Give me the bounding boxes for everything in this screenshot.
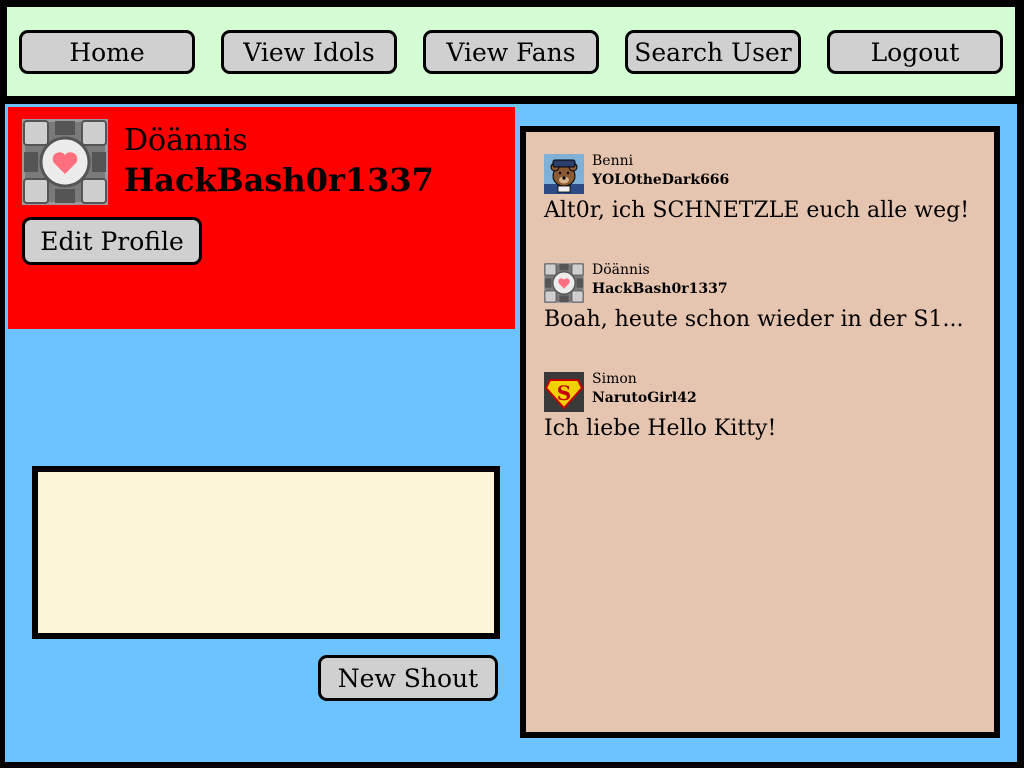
shout-text: Ich liebe Hello Kitty! xyxy=(544,416,777,441)
shout-author-handle: HackBash0r1337 xyxy=(592,281,728,297)
home-button[interactable]: Home xyxy=(19,30,195,74)
shout-author-handle: YOLOtheDark666 xyxy=(592,172,730,188)
search-user-button[interactable]: Search User xyxy=(625,30,801,74)
view-fans-button[interactable]: View Fans xyxy=(423,30,599,74)
edit-profile-button[interactable]: Edit Profile xyxy=(22,217,202,265)
logout-button[interactable]: Logout xyxy=(827,30,1003,74)
shout-feed: Benni YOLOtheDark666 Alt0r, ich SCHNETZL… xyxy=(520,126,1000,738)
top-nav-bar: Home View Idols View Fans Search User Lo… xyxy=(5,5,1017,98)
shout-author-name: Simon xyxy=(592,371,637,387)
main-area: Döännis HackBash0r1337 Edit Profile New … xyxy=(5,104,1017,762)
companion-cube-icon xyxy=(22,119,108,205)
view-idols-button[interactable]: View Idols xyxy=(221,30,397,74)
svg-text:S: S xyxy=(557,381,571,405)
shout-input[interactable] xyxy=(32,466,500,639)
new-shout-button[interactable]: New Shout xyxy=(318,655,498,701)
shout-text: Boah, heute schon wieder in der S1... xyxy=(544,307,964,332)
shout-author-handle: NarutoGirl42 xyxy=(592,390,697,406)
profile-display-name: Döännis xyxy=(124,123,248,158)
shout-author-name: Benni xyxy=(592,153,634,169)
profile-username: HackBash0r1337 xyxy=(124,161,434,199)
superman-logo-icon: S xyxy=(544,372,584,412)
shout-text: Alt0r, ich SCHNETZLE euch alle weg! xyxy=(544,198,970,223)
companion-cube-icon xyxy=(544,263,584,303)
police-bear-avatar-icon xyxy=(544,154,584,194)
profile-card: Döännis HackBash0r1337 Edit Profile xyxy=(8,107,515,329)
shout-author-name: Döännis xyxy=(592,262,650,278)
